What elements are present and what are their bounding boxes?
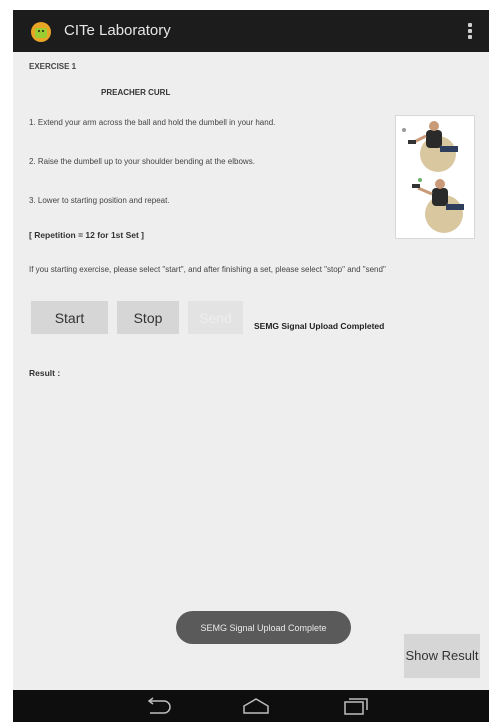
- navigation-bar: [13, 690, 489, 722]
- result-label: Result :: [29, 368, 61, 378]
- back-icon[interactable]: [144, 697, 172, 715]
- start-button[interactable]: Start: [31, 301, 108, 334]
- send-button[interactable]: Send: [188, 301, 243, 334]
- recent-apps-icon[interactable]: [343, 697, 369, 715]
- exercise-step: 2. Raise the dumbell up to your shoulder…: [29, 157, 255, 166]
- stop-button[interactable]: Stop: [117, 301, 179, 334]
- toast-message: SEMG Signal Upload Complete: [176, 611, 351, 644]
- exercise-name: PREACHER CURL: [101, 88, 171, 97]
- upload-status: SEMG Signal Upload Completed: [254, 321, 385, 331]
- repetition-info: [ Repetition = 12 for 1st Set ]: [29, 230, 145, 240]
- exercise-label: EXERCISE 1: [29, 62, 77, 71]
- overflow-menu-icon[interactable]: [459, 18, 481, 44]
- home-icon[interactable]: [241, 697, 271, 715]
- action-bar: CITe Laboratory: [13, 10, 489, 52]
- app-screen: CITe Laboratory EXERCISE 1 PREACHER CURL…: [13, 10, 489, 722]
- exercise-instructions: If you starting exercise, please select …: [29, 265, 386, 274]
- app-title: CITe Laboratory: [64, 22, 171, 39]
- show-result-button[interactable]: Show Result: [404, 634, 480, 678]
- android-app-icon[interactable]: [29, 19, 53, 43]
- exercise-step: 1. Extend your arm across the ball and h…: [29, 118, 276, 127]
- exercise-step: 3. Lower to starting position and repeat…: [29, 196, 170, 205]
- exercise-illustration: [395, 115, 475, 239]
